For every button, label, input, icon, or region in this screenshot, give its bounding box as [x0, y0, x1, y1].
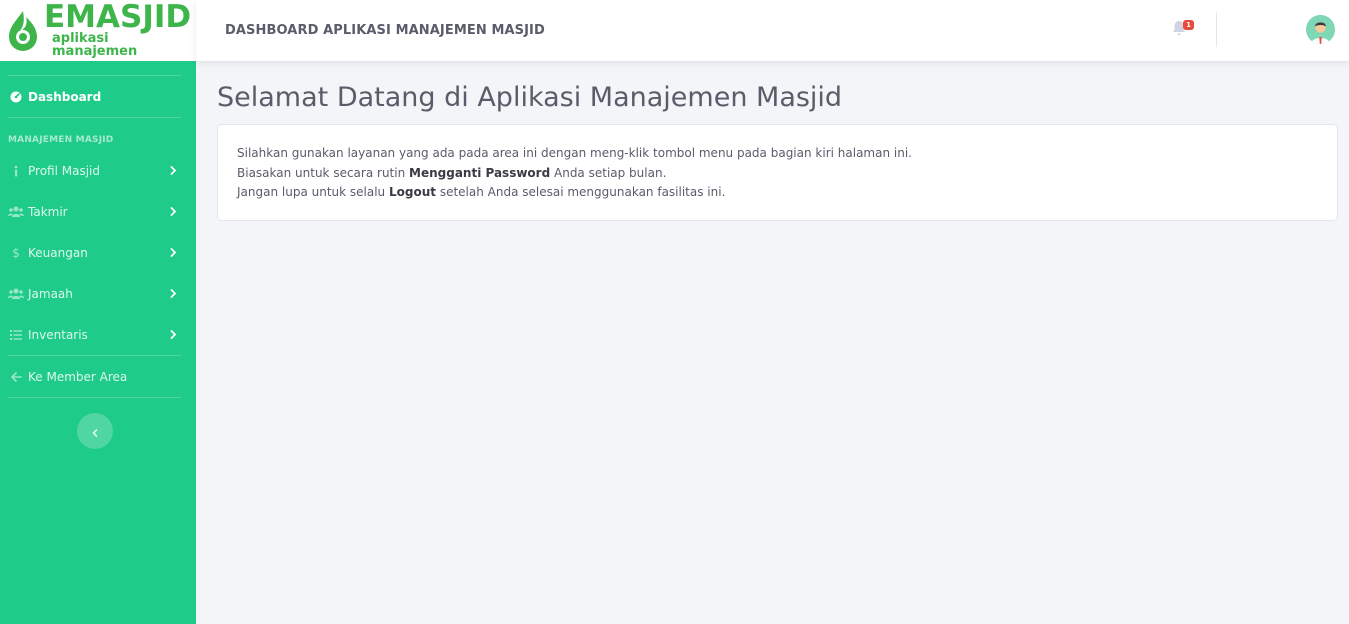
topbar-divider: [1216, 12, 1217, 47]
avatar[interactable]: [1306, 15, 1335, 44]
text-segment: Anda setiap bulan.: [550, 165, 667, 180]
users-icon: [8, 205, 24, 219]
users-icon: [8, 287, 24, 301]
sidebar-item-label: Profil Masjid: [28, 163, 100, 178]
sidebar-item-label: Inventaris: [28, 327, 88, 342]
page-title: Selamat Datang di Aplikasi Manajemen Mas…: [217, 82, 843, 113]
emphasis-change-password: Mengganti Password: [409, 165, 551, 180]
brand-name: EMASJID: [44, 0, 192, 35]
sidebar-item-label: Keuangan: [28, 245, 88, 260]
text-segment: Biasakan untuk secara rutin: [237, 165, 410, 180]
page-header-title: DASHBOARD APLIKASI MANAJEMEN MASJID: [225, 23, 545, 38]
gauge-icon: [8, 90, 24, 104]
sidebar-item-dashboard[interactable]: Dashboard: [0, 76, 196, 117]
chevron-right-icon: [168, 289, 178, 299]
emphasis-logout: Logout: [388, 185, 436, 199]
arrow-left-icon: [8, 370, 24, 384]
sidebar-toggle-button[interactable]: [77, 413, 113, 449]
welcome-text-line: Biasakan untuk secara rutin Mengganti Pa…: [237, 164, 1318, 184]
sidebar-item-inventaris[interactable]: Inventaris: [0, 314, 196, 355]
brand-logo[interactable]: EMASJID aplikasi manajemen: [0, 0, 196, 61]
chevron-right-icon: [168, 248, 178, 258]
welcome-text-line: Jangan lupa untuk selalu Logout setelah …: [237, 183, 1318, 203]
chevron-right-icon: [168, 330, 178, 340]
sidebar-item-label: Dashboard: [28, 89, 102, 104]
notification-badge: 1: [1183, 20, 1194, 30]
sidebar-item-keuangan[interactable]: $ Keuangan: [0, 232, 196, 273]
text-segment: setelah Anda selesai menggunakan fasilit…: [436, 185, 726, 199]
welcome-text-line: Silahkan gunakan layanan yang ada pada a…: [237, 146, 912, 160]
sidebar-item-member-area[interactable]: Ke Member Area: [0, 356, 196, 397]
brand-text: EMASJID aplikasi manajemen: [44, 0, 196, 59]
sidebar-divider: [8, 397, 181, 398]
info-icon: [8, 164, 24, 178]
text-segment: Jangan lupa untuk selalu: [237, 185, 389, 199]
sidebar-item-jamaah[interactable]: Jamaah: [0, 273, 196, 314]
chevron-right-icon: [168, 207, 178, 217]
brand-subtitle: aplikasi manajemen: [52, 30, 138, 59]
sidebar-item-label: Ke Member Area: [28, 369, 128, 384]
sidebar-item-label: Jamaah: [28, 286, 73, 301]
sidebar-heading: MANAJEMEN MASJID: [8, 135, 114, 145]
sidebar-item-profil-masjid[interactable]: Profil Masjid: [0, 150, 196, 191]
list-icon: [8, 328, 24, 342]
chevron-left-icon: [92, 422, 98, 441]
sidebar-item-takmir[interactable]: Takmir: [0, 191, 196, 232]
welcome-card: Silahkan gunakan layanan yang ada pada a…: [217, 124, 1338, 221]
topbar: DASHBOARD APLIKASI MANAJEMEN MASJID 1: [196, 0, 1349, 61]
dollar-icon: $: [12, 245, 20, 260]
drop-logo-icon: [6, 9, 40, 53]
chevron-right-icon: [168, 166, 178, 176]
sidebar: EMASJID aplikasi manajemen Dashboard MAN…: [0, 0, 196, 624]
sidebar-item-label: Takmir: [28, 204, 68, 219]
